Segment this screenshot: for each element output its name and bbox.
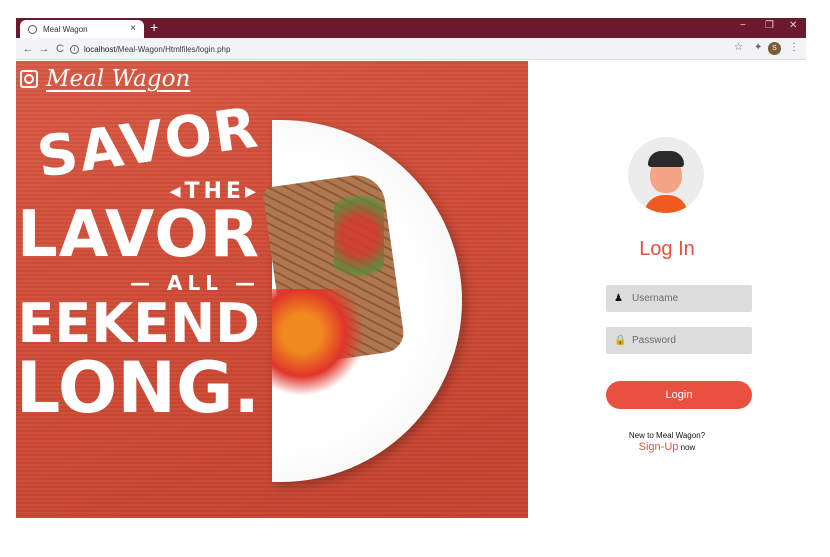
signup-suffix: now <box>680 443 696 452</box>
browser-menu-icon[interactable]: ⋮ <box>789 42 799 53</box>
hero-image: Meal Wagon SAVOR ◂THE▸ FLAVOR — ALL — WE… <box>16 61 528 518</box>
url-host: localhost <box>84 44 116 54</box>
user-avatar-icon <box>628 137 704 213</box>
username-input[interactable] <box>632 293 742 304</box>
login-button[interactable]: Login <box>606 381 752 409</box>
extensions-icon[interactable]: ✦ <box>754 42 762 53</box>
slogan: SAVOR ◂THE▸ FLAVOR — ALL — WEEKEND ◣LONG… <box>16 95 263 429</box>
username-field[interactable]: ♟ <box>606 285 752 312</box>
globe-icon <box>28 24 37 34</box>
restore-icon[interactable]: ❐ <box>765 20 774 31</box>
new-user-text: New to Meal Wagon? <box>628 431 706 440</box>
user-icon: ♟ <box>614 292 623 304</box>
reload-icon[interactable]: C <box>52 43 68 55</box>
url-path: /Meal-Wagon/Htmlfiles/login.php <box>115 44 231 54</box>
bookmark-star-icon[interactable]: ☆ <box>734 42 743 53</box>
minimize-icon[interactable]: − <box>740 20 746 31</box>
info-icon[interactable]: i <box>70 44 79 54</box>
profile-avatar[interactable]: S <box>768 42 781 55</box>
address-bar: ← → C i localhost /Meal-Wagon/Htmlfiles/… <box>16 38 806 60</box>
tab-title: Meal Wagon <box>43 24 88 34</box>
peppers-image <box>272 289 372 399</box>
password-field[interactable]: 🔒 <box>606 327 752 354</box>
window-close-icon[interactable]: ✕ <box>789 20 797 31</box>
new-tab-button[interactable]: + <box>150 19 158 35</box>
lock-icon: 🔒 <box>614 334 627 346</box>
tab-close-icon[interactable]: × <box>130 23 136 34</box>
brand-logo[interactable]: Meal Wagon <box>20 66 190 92</box>
signup-line: Sign-Up now <box>528 441 806 453</box>
logo-icon <box>20 70 38 88</box>
password-input[interactable] <box>632 335 742 346</box>
browser-tab[interactable]: Meal Wagon × <box>20 20 144 38</box>
forward-icon[interactable]: → <box>36 43 52 55</box>
login-panel: Log In ♟ 🔒 Login New to Meal Wagon? Sign… <box>528 61 806 518</box>
browser-window: Meal Wagon × + − ❐ ✕ ← → C i localhost /… <box>16 18 806 518</box>
url-field[interactable]: i localhost /Meal-Wagon/Htmlfiles/login.… <box>70 41 230 57</box>
signup-link[interactable]: Sign-Up <box>639 441 679 453</box>
tab-bar: Meal Wagon × + − ❐ ✕ <box>16 18 806 38</box>
brand-name: Meal Wagon <box>46 66 191 92</box>
back-icon[interactable]: ← <box>20 43 36 55</box>
login-title: Log In <box>639 238 695 260</box>
